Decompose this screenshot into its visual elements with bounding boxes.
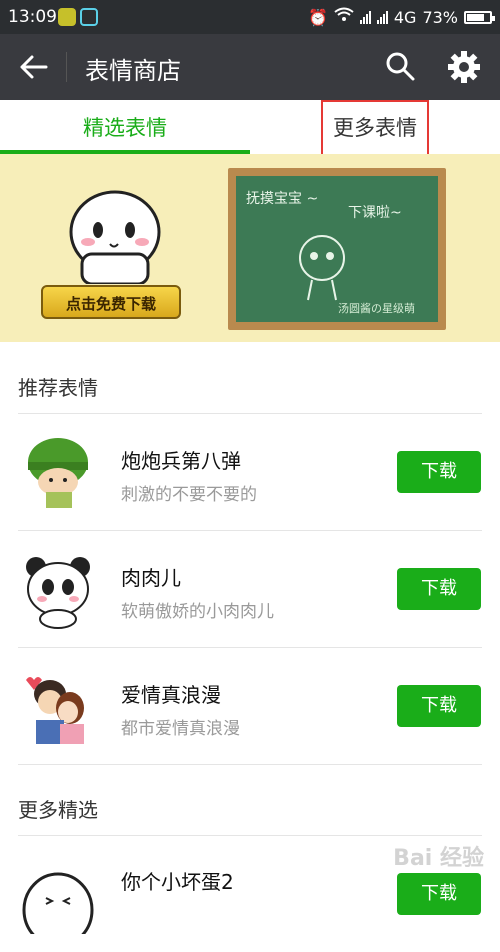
chalk-face-drawing — [299, 235, 345, 301]
download-button[interactable]: 下载 — [397, 451, 481, 493]
baidu-watermark: Bai 经验 — [393, 846, 484, 871]
couple-sticker-thumbnail — [26, 677, 84, 744]
sticker-name: 爱情真浪漫 — [121, 683, 221, 707]
sticker-description: 刺激的不要不要的 — [121, 485, 257, 505]
battery-percent: 73% — [422, 7, 458, 27]
blob-sticker-thumbnail — [22, 872, 94, 934]
status-icons: ⏰ 4G 73% — [307, 7, 495, 27]
section-title-more: 更多精选 — [18, 798, 98, 822]
battery-icon — [464, 10, 495, 24]
board-text-2: 下课啦~ — [348, 205, 402, 221]
chalkboard-image: 抚摸宝宝 ~ 下课啦~ 汤圆酱の星级萌 — [228, 168, 446, 330]
sticker-name: 炮炮兵第八弹 — [121, 449, 241, 473]
app-notification-icon — [58, 8, 76, 26]
tab-featured-label: 精选表情 — [83, 116, 167, 140]
list-item[interactable]: 爱情真浪漫 都市爱情真浪漫 下载 — [0, 648, 500, 764]
download-button[interactable]: 下载 — [397, 568, 481, 610]
signal-icon-2 — [376, 10, 388, 24]
signal-icon — [359, 10, 371, 24]
wifi-icon — [334, 7, 354, 27]
divider — [66, 52, 67, 82]
network-type: 4G — [393, 7, 417, 27]
divider — [18, 764, 482, 765]
status-bar: 13:09 ⏰ 4G 73% — [0, 0, 500, 34]
tab-featured[interactable]: 精选表情 — [0, 100, 250, 154]
gear-icon[interactable] — [447, 50, 481, 84]
tab-more-stickers-label: 更多表情 — [321, 100, 429, 156]
panda-sticker-thumbnail — [26, 557, 90, 629]
back-arrow-icon[interactable] — [18, 52, 50, 82]
app-bar: 表情商店 — [0, 34, 500, 100]
download-button[interactable]: 下载 — [397, 685, 481, 727]
download-button[interactable]: 下载 — [397, 873, 481, 915]
tab-bar: 精选表情 更多表情 — [0, 100, 500, 156]
section-title-recommended: 推荐表情 — [18, 376, 98, 400]
soldier-sticker-thumbnail — [28, 438, 88, 508]
list-item[interactable]: 肉肉儿 软萌傲娇的小肉肉儿 下载 — [0, 531, 500, 647]
cute-character-image — [69, 190, 161, 284]
board-text-1: 抚摸宝宝 ~ — [246, 191, 319, 207]
sticker-name: 你个小坏蛋2 — [121, 870, 234, 894]
search-icon[interactable] — [384, 50, 416, 82]
screenshot-notification-icon — [80, 8, 98, 26]
alarm-icon: ⏰ — [307, 7, 328, 27]
status-time: 13:09 — [8, 7, 57, 27]
list-item[interactable]: 炮炮兵第八弹 刺激的不要不要的 下载 — [0, 414, 500, 530]
tab-more-stickers[interactable]: 更多表情 — [250, 100, 500, 156]
promo-banner[interactable]: 点击免费下载 抚摸宝宝 ~ 下课啦~ 汤圆酱の星级萌 — [0, 154, 500, 342]
page-title: 表情商店 — [85, 57, 181, 85]
board-signature: 汤圆酱の星级萌 — [338, 302, 415, 315]
sticker-name: 肉肉儿 — [121, 566, 181, 590]
sticker-description: 软萌傲娇的小肉肉儿 — [121, 602, 274, 622]
sticker-description: 都市爱情真浪漫 — [121, 719, 240, 739]
free-download-button[interactable]: 点击免费下载 — [41, 285, 181, 319]
